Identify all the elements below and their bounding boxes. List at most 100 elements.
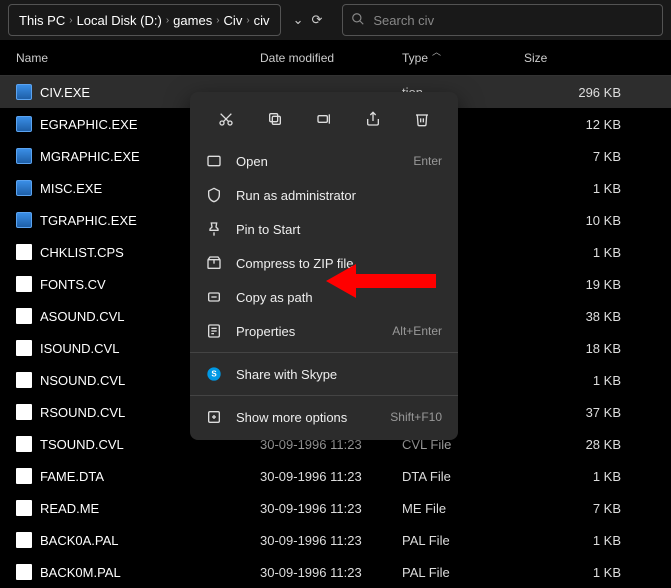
file-icon xyxy=(16,308,32,324)
crumb[interactable]: games xyxy=(171,13,214,28)
file-name: ISOUND.CVL xyxy=(40,341,119,356)
svg-text:S: S xyxy=(211,370,217,379)
file-name: TGRAPHIC.EXE xyxy=(40,213,137,228)
chevron-right-icon: › xyxy=(67,15,74,26)
menu-separator xyxy=(190,395,458,396)
chevron-right-icon: › xyxy=(214,15,221,26)
more-icon xyxy=(206,409,222,425)
application-icon xyxy=(16,84,32,100)
file-row[interactable]: FAME.DTA 30-09-1996 11:23DTA File1 KB xyxy=(0,460,671,492)
menu-skype[interactable]: S Share with Skype xyxy=(190,357,458,391)
chevron-right-icon: › xyxy=(244,15,251,26)
header-date[interactable]: Date modified xyxy=(260,51,402,65)
file-row[interactable]: READ.ME30-09-1996 11:23ME File7 KB xyxy=(0,492,671,524)
menu-separator xyxy=(190,352,458,353)
menu-properties[interactable]: Properties Alt+Enter xyxy=(190,314,458,348)
file-name: MISC.EXE xyxy=(40,181,102,196)
file-size: 18 KB xyxy=(524,341,671,356)
search-icon xyxy=(351,12,365,29)
file-icon xyxy=(16,276,32,292)
crumb[interactable]: Civ xyxy=(222,13,245,28)
crumb[interactable]: civ xyxy=(252,13,272,28)
crumb[interactable]: This PC xyxy=(17,13,67,28)
crumb[interactable]: Local Disk (D:) xyxy=(75,13,164,28)
file-name: CHKLIST.CPS xyxy=(40,245,124,260)
open-icon xyxy=(206,153,222,169)
header-type[interactable]: Type ︿ xyxy=(402,51,524,65)
shield-icon xyxy=(206,187,222,203)
file-icon xyxy=(16,436,32,452)
file-size: 1 KB xyxy=(524,565,671,580)
file-icon xyxy=(16,468,32,484)
breadcrumb[interactable]: This PC› Local Disk (D:)› games› Civ› ci… xyxy=(8,4,281,36)
cut-icon[interactable] xyxy=(208,104,244,134)
file-icon xyxy=(16,244,32,260)
file-name: BACK0A.PAL xyxy=(40,533,119,548)
search-input[interactable]: Search civ xyxy=(342,4,663,36)
menu-open[interactable]: Open Enter xyxy=(190,144,458,178)
context-menu: Open Enter Run as administrator Pin to S… xyxy=(190,92,458,440)
file-size: 12 KB xyxy=(524,117,671,132)
header-name[interactable]: Name xyxy=(16,51,260,65)
header-size[interactable]: Size xyxy=(524,51,671,65)
file-name: READ.ME xyxy=(40,501,99,516)
file-icon xyxy=(16,500,32,516)
file-name: RSOUND.CVL xyxy=(40,405,125,420)
zip-icon xyxy=(206,255,222,271)
delete-icon[interactable] xyxy=(404,104,440,134)
refresh-icon[interactable]: ⟳ xyxy=(311,12,322,28)
file-date: 30-09-1996 11:23 xyxy=(260,469,402,484)
application-icon xyxy=(16,116,32,132)
file-size: 37 KB xyxy=(524,405,671,420)
file-name: BACK0M.PAL xyxy=(40,565,121,580)
file-icon xyxy=(16,564,32,580)
application-icon xyxy=(16,148,32,164)
file-name: TSOUND.CVL xyxy=(40,437,124,452)
file-size: 1 KB xyxy=(524,533,671,548)
copy-icon[interactable] xyxy=(257,104,293,134)
file-size: 1 KB xyxy=(524,469,671,484)
rename-icon[interactable] xyxy=(306,104,342,134)
menu-run-admin[interactable]: Run as administrator xyxy=(190,178,458,212)
search-placeholder: Search civ xyxy=(373,13,434,28)
file-row[interactable]: BACK0M.PAL 30-09-1996 11:23PAL File1 KB xyxy=(0,556,671,588)
properties-icon xyxy=(206,323,222,339)
file-name: NSOUND.CVL xyxy=(40,373,125,388)
column-headers: Name Date modified Type ︿ Size xyxy=(0,40,671,76)
application-icon xyxy=(16,212,32,228)
file-icon xyxy=(16,532,32,548)
file-icon xyxy=(16,372,32,388)
file-size: 28 KB xyxy=(524,437,671,452)
file-size: 1 KB xyxy=(524,181,671,196)
file-row[interactable]: BACK0A.PAL30-09-1996 11:23PAL File1 KB xyxy=(0,524,671,556)
file-icon xyxy=(16,404,32,420)
file-size: 7 KB xyxy=(524,149,671,164)
file-name: EGRAPHIC.EXE xyxy=(40,117,138,132)
path-icon xyxy=(206,289,222,305)
file-type: DTA File xyxy=(402,469,524,484)
file-size: 1 KB xyxy=(524,373,671,388)
file-date: 30-09-1996 11:23 xyxy=(260,533,402,548)
file-size: 1 KB xyxy=(524,245,671,260)
menu-pin-start[interactable]: Pin to Start xyxy=(190,212,458,246)
file-name: CIV.EXE xyxy=(40,85,90,100)
skype-icon: S xyxy=(206,366,222,382)
file-type: PAL File xyxy=(402,565,524,580)
menu-compress-zip[interactable]: Compress to ZIP file xyxy=(190,246,458,280)
share-icon[interactable] xyxy=(355,104,391,134)
file-date: 30-09-1996 11:23 xyxy=(260,565,402,580)
file-size: 38 KB xyxy=(524,309,671,324)
quick-actions xyxy=(190,98,458,144)
file-name: ASOUND.CVL xyxy=(40,309,125,324)
file-icon xyxy=(16,340,32,356)
pin-icon xyxy=(206,221,222,237)
menu-copy-path[interactable]: Copy as path xyxy=(190,280,458,314)
file-size: 10 KB xyxy=(524,213,671,228)
menu-more-options[interactable]: Show more options Shift+F10 xyxy=(190,400,458,434)
file-name: MGRAPHIC.EXE xyxy=(40,149,140,164)
sort-ascending-icon: ︿ xyxy=(432,45,441,58)
dropdown-icon[interactable]: ⌄ xyxy=(293,12,304,28)
file-date: 30-09-1996 11:23 xyxy=(260,501,402,516)
file-name: FAME.DTA xyxy=(40,469,104,484)
address-bar: This PC› Local Disk (D:)› games› Civ› ci… xyxy=(0,0,671,40)
